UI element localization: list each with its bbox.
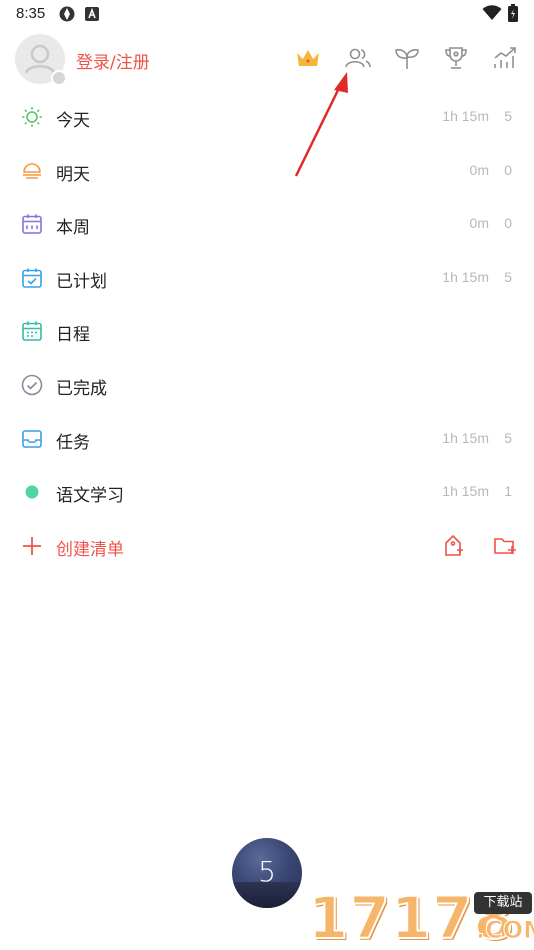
wifi-icon: [482, 5, 502, 25]
list-item-label: 已完成: [56, 378, 107, 399]
sync-status-icon: [58, 5, 76, 27]
sunset-icon: [20, 159, 44, 183]
list-item-label: 今天: [56, 111, 90, 131]
status-time: 8:35: [16, 5, 46, 22]
inbox-icon: [20, 427, 44, 451]
trophy-icon[interactable]: [442, 44, 470, 72]
avatar[interactable]: [15, 34, 67, 86]
list-item-time: 1h 15m: [442, 483, 489, 500]
list-item-chinese-study[interactable]: 语文学习 1h 15m 1: [0, 465, 534, 519]
sprout-icon[interactable]: [393, 44, 421, 72]
list-item-time: 1h 15m: [442, 268, 489, 285]
list-item-schedule[interactable]: 日程: [0, 304, 534, 358]
list-item-count: 1: [504, 483, 512, 500]
list-item-time: 0m: [469, 215, 489, 232]
dot-icon: [20, 480, 44, 504]
list-item-label: 日程: [56, 325, 90, 346]
list-item-count: 5: [504, 268, 512, 285]
crown-icon[interactable]: [294, 44, 322, 72]
pomodoro-count: 5: [258, 855, 276, 888]
watermark-tag: 下载站: [474, 892, 532, 914]
list-item-time: 1h 15m: [442, 108, 489, 124]
smart-list: 今天 1h 15m 5 明天 0m 0 本周 0m 0 已计划 1h 15m 5…: [0, 90, 534, 572]
plus-icon[interactable]: [20, 534, 44, 558]
watermark-suffix: .COM: [475, 916, 534, 945]
list-item-completed[interactable]: 已完成: [0, 358, 534, 412]
list-item-today[interactable]: 今天 1h 15m 5: [0, 90, 534, 144]
list-item-count: 5: [504, 429, 512, 446]
create-list-button[interactable]: 创建清单: [56, 535, 124, 560]
circle-check-icon: [20, 373, 44, 397]
list-item-label: 已计划: [56, 271, 107, 292]
list-item-label: 语文学习: [56, 486, 124, 507]
add-tag-icon[interactable]: [440, 533, 466, 559]
list-item-planned[interactable]: 已计划 1h 15m 5: [0, 251, 534, 305]
list-item-count: 0: [504, 161, 512, 178]
status-bar: 8:35: [0, 0, 534, 28]
header: 登录/注册: [0, 30, 534, 88]
create-list-row: 创建清单: [0, 519, 534, 573]
list-item-this-week[interactable]: 本周 0m 0: [0, 197, 534, 251]
pomodoro-button[interactable]: 5: [232, 838, 302, 908]
statistics-icon[interactable]: [491, 44, 519, 72]
list-item-count: 0: [504, 215, 512, 232]
list-item-time: 1h 15m: [442, 429, 489, 446]
list-item-time: 0m: [469, 161, 489, 178]
login-register-link[interactable]: 登录/注册: [76, 48, 150, 73]
list-item-count: 5: [504, 108, 512, 124]
friends-icon[interactable]: [344, 44, 372, 72]
list-item-tomorrow[interactable]: 明天 0m 0: [0, 144, 534, 198]
add-folder-icon[interactable]: [492, 533, 518, 559]
battery-icon: [508, 4, 518, 26]
schedule-icon: [20, 319, 44, 343]
sun-icon: [20, 105, 44, 129]
week-calendar-icon: [20, 212, 44, 236]
avatar-badge-icon: [51, 70, 67, 86]
list-item-label: 任务: [56, 432, 90, 453]
list-item-label: 明天: [56, 164, 90, 185]
list-item-tasks[interactable]: 任务 1h 15m 5: [0, 412, 534, 466]
notification-a-icon: [85, 6, 99, 25]
list-item-label: 本周: [56, 218, 90, 239]
site-watermark: 17178 下载站 .COM: [307, 885, 534, 950]
calendar-check-icon: [20, 266, 44, 290]
